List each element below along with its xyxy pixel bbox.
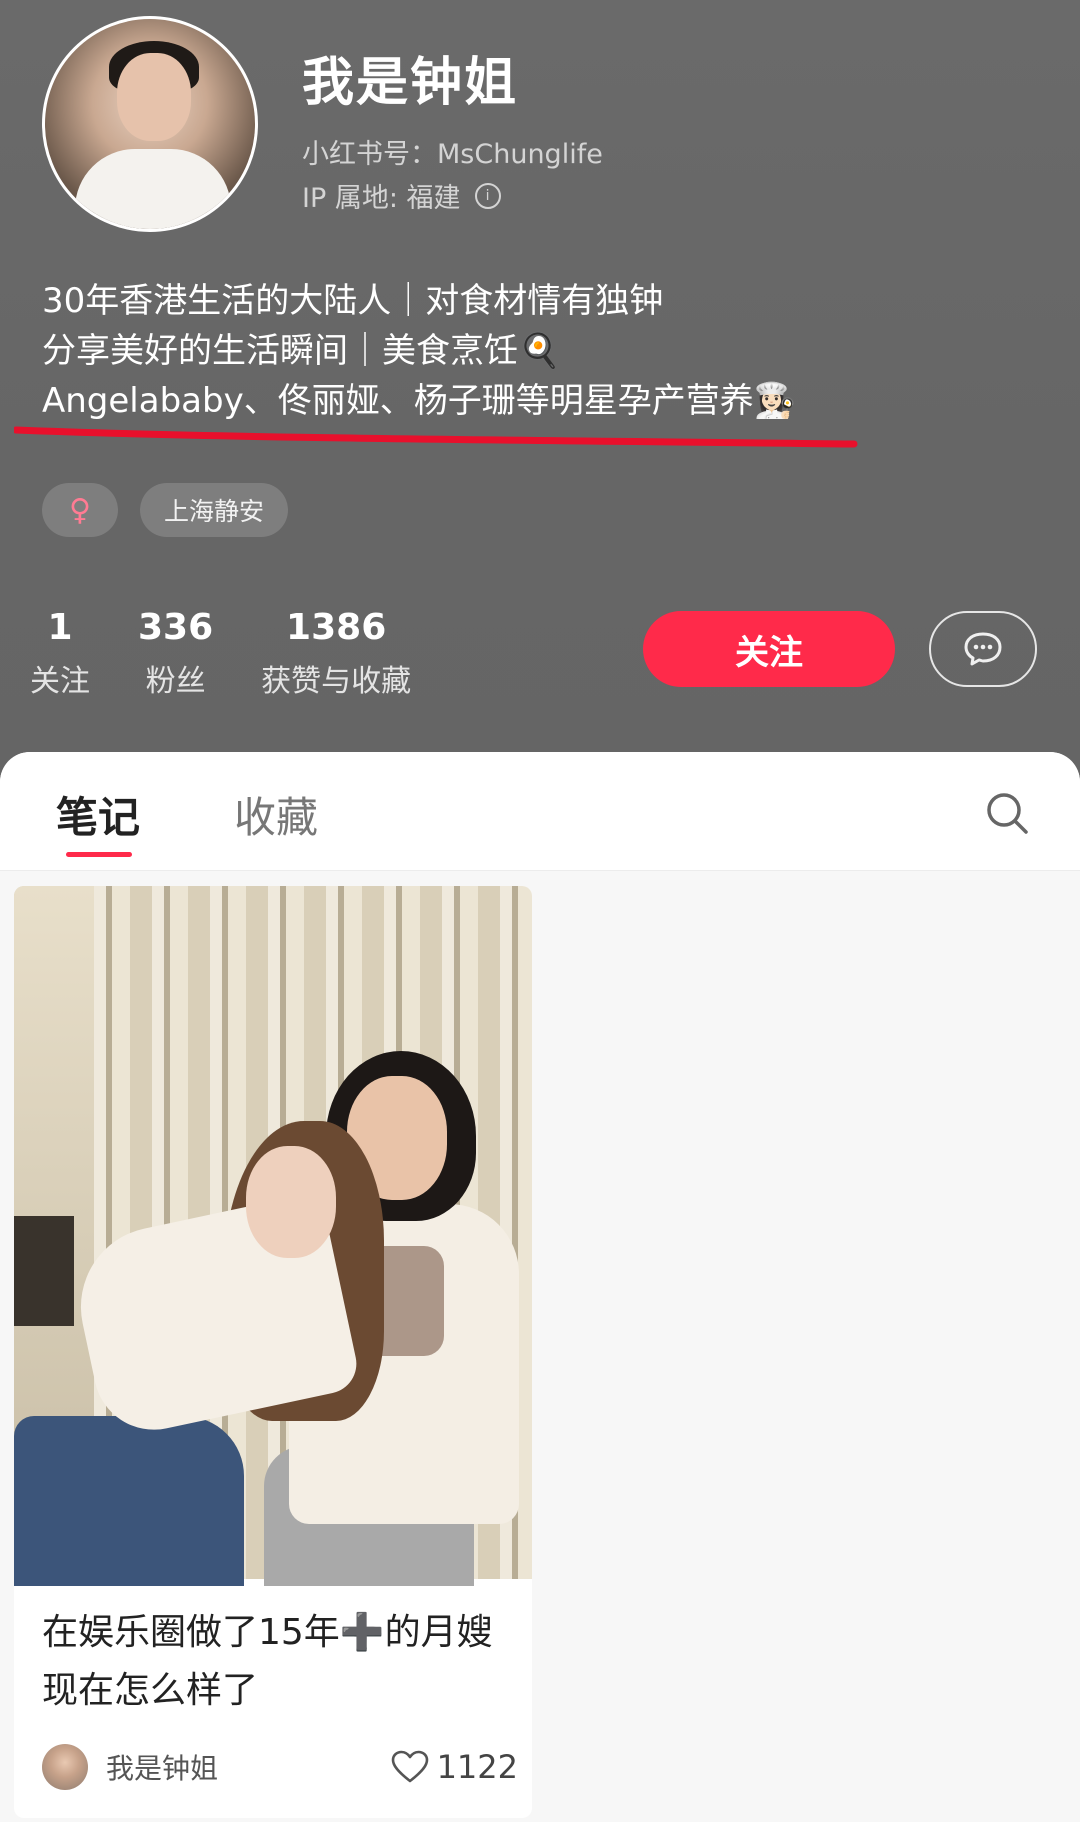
stat-following-label: 关注	[30, 664, 90, 699]
stat-likes-collects-label: 获赞与收藏	[261, 664, 412, 699]
info-icon[interactable]: i	[474, 182, 501, 209]
bio-line-1: 30年香港生活的大陆人｜对食材情有独钟	[42, 281, 664, 321]
stat-following[interactable]: 1 关注	[30, 606, 90, 700]
content-panel: 笔记 收藏 在娱乐圈做了15年➕的月嫂 现在怎么样了 我是钟姐 1122	[0, 752, 1080, 1822]
note-footer: 我是钟姐 1122	[42, 1742, 518, 1792]
stat-followers[interactable]: 336 粉丝	[138, 606, 213, 700]
note-cover-image[interactable]	[14, 886, 532, 1586]
stat-following-count: 1	[47, 607, 73, 648]
author-avatar[interactable]	[42, 1744, 88, 1790]
note-title[interactable]: 在娱乐圈做了15年➕的月嫂 现在怎么样了	[42, 1604, 512, 1720]
location-tag[interactable]: 上海静安	[140, 483, 289, 537]
red-id: 小红书号：MsChunglife	[302, 139, 603, 170]
profile-stats: 1 关注 336 粉丝 1386 获赞与收藏	[30, 606, 459, 700]
author-name[interactable]: 我是钟姐	[106, 1747, 218, 1787]
ip-location: IP 属地: 福建	[302, 183, 461, 214]
stat-followers-count: 336	[138, 607, 214, 648]
profile-avatar[interactable]	[42, 16, 258, 232]
tab-collections[interactable]: 收藏	[234, 784, 318, 845]
gender-female-icon: ♀	[42, 483, 118, 537]
red-underline-annotation	[14, 426, 858, 448]
tab-bar: 笔记 收藏	[0, 752, 1080, 871]
follow-button[interactable]: 关注	[643, 611, 895, 687]
profile-bio: 30年香港生活的大陆人｜对食材情有独钟 分享美好的生活瞬间｜美食烹饪🍳 Ange…	[42, 276, 796, 426]
search-icon[interactable]	[984, 790, 1030, 836]
stat-likes-collects[interactable]: 1386 获赞与收藏	[261, 606, 411, 700]
heart-icon	[391, 1750, 428, 1783]
chat-bubble-icon	[964, 632, 1002, 666]
like-button[interactable]: 1122	[391, 1748, 518, 1786]
ip-location-row: IP 属地: 福建 i	[302, 176, 501, 215]
tab-notes[interactable]: 笔记	[56, 784, 140, 845]
stat-followers-label: 粉丝	[145, 664, 206, 699]
profile-name: 我是钟姐	[302, 53, 519, 113]
profile-header: 我是钟姐 小红书号：MsChunglife IP 属地: 福建 i 30年香港生…	[0, 0, 1080, 780]
stat-likes-collects-count: 1386	[286, 607, 387, 648]
bio-line-2: 分享美好的生活瞬间｜美食烹饪🍳	[42, 331, 561, 371]
message-button[interactable]	[929, 611, 1037, 687]
profile-tags: ♀ 上海静安	[42, 483, 289, 537]
like-count: 1122	[436, 1748, 518, 1786]
note-card[interactable]: 在娱乐圈做了15年➕的月嫂 现在怎么样了 我是钟姐 1122	[14, 886, 532, 1818]
active-tab-indicator	[66, 852, 132, 857]
